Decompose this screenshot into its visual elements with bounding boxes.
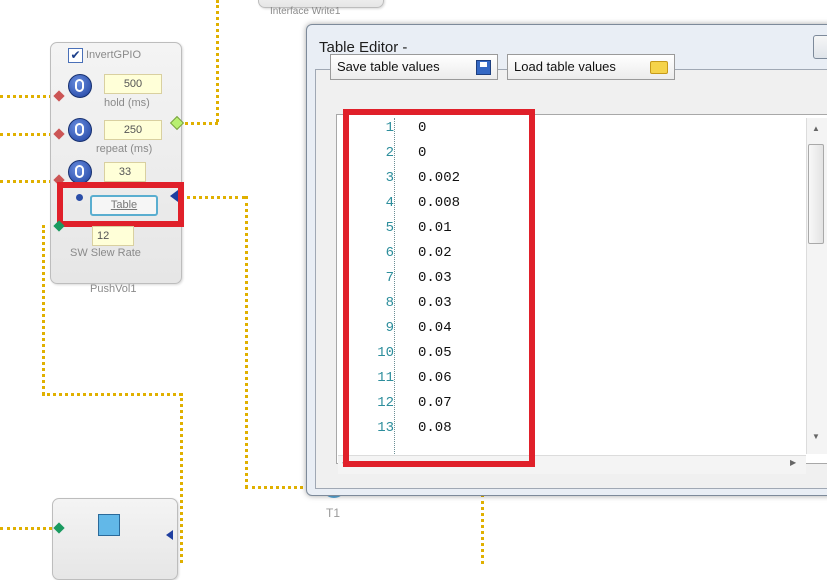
pushvol-name: PushVol1	[90, 283, 137, 295]
save-table-values-button[interactable]: Save table values	[330, 54, 498, 80]
wire-left-bottom	[42, 393, 182, 396]
t1-label: T1	[326, 506, 341, 520]
invert-gpio-checkbox[interactable]: ✔	[68, 48, 83, 63]
hold-spinner-icon[interactable]	[68, 74, 92, 98]
bottom-module[interactable]	[52, 498, 178, 580]
wire-in-bottom	[0, 527, 58, 530]
save-button-label: Save table values	[337, 59, 440, 74]
interface-write-label: Interface Write1	[270, 6, 341, 17]
scroll-right-arrow-icon[interactable]: ▶	[790, 458, 796, 467]
hold-label: hold (ms)	[104, 97, 150, 109]
wire-table-down	[245, 196, 248, 488]
hold-value[interactable]: 500	[104, 74, 162, 94]
repeat-value[interactable]: 250	[104, 120, 162, 140]
window-close-button[interactable]	[813, 35, 827, 59]
third-value[interactable]: 33	[104, 162, 146, 182]
load-table-values-button[interactable]: Load table values	[507, 54, 675, 80]
wire-bottom-right	[180, 393, 183, 563]
third-spinner-icon[interactable]	[68, 160, 92, 184]
bottom-output-pin[interactable]	[166, 530, 173, 540]
floppy-disk-icon	[476, 60, 491, 75]
wire-top-vertical	[216, 0, 219, 122]
scroll-down-arrow-icon[interactable]: ▼	[812, 432, 820, 441]
vertical-scrollbar-thumb[interactable]	[808, 144, 824, 244]
load-button-label: Load table values	[514, 59, 616, 74]
bottom-module-icon	[98, 514, 120, 536]
slew-value[interactable]: 12	[92, 226, 134, 246]
repeat-spinner-icon[interactable]	[68, 118, 92, 142]
wire-left-down	[42, 225, 45, 395]
folder-icon	[650, 61, 668, 74]
scroll-up-arrow-icon[interactable]: ▲	[812, 124, 820, 133]
wire-t1-down	[481, 494, 484, 564]
wire-table-out	[180, 196, 246, 199]
repeat-label: repeat (ms)	[96, 143, 153, 155]
wire-to-window	[245, 486, 309, 489]
invert-gpio-label: InvertGPIO	[86, 49, 142, 61]
table-button-highlight	[57, 182, 184, 227]
table-values-highlight	[343, 109, 535, 467]
slew-label: SW Slew Rate	[70, 247, 141, 259]
